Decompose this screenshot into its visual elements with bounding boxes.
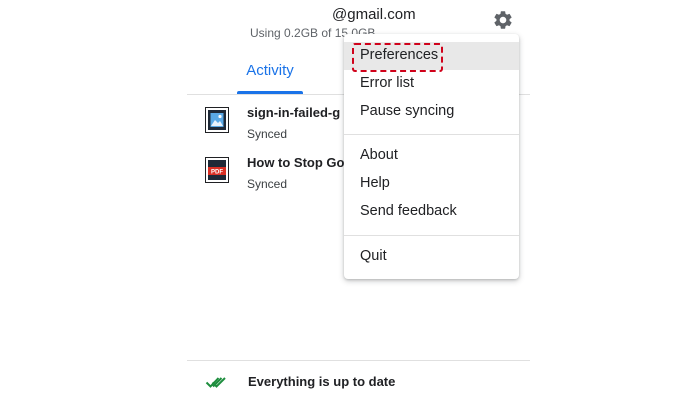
menu-item-label: Quit xyxy=(360,248,387,264)
menu-item-error-list[interactable]: Error list xyxy=(344,70,519,98)
double-check-icon xyxy=(205,374,229,390)
menu-divider xyxy=(344,134,519,135)
menu-item-label: Help xyxy=(360,175,390,191)
menu-item-quit[interactable]: Quit xyxy=(344,243,519,271)
tab-activity-label: Activity xyxy=(246,62,294,79)
menu-item-preferences[interactable]: Preferences xyxy=(344,42,519,70)
sync-status-bar: Everything is up to date xyxy=(205,372,525,392)
menu-divider xyxy=(344,235,519,236)
menu-item-about[interactable]: About xyxy=(344,142,519,170)
file-name: How to Stop Go xyxy=(247,155,345,170)
menu-item-label: Pause syncing xyxy=(360,103,455,119)
gear-icon xyxy=(494,11,512,29)
sync-status-text: Everything is up to date xyxy=(248,374,396,389)
pdf-file-icon: PDF xyxy=(205,157,229,183)
footer-divider xyxy=(187,360,530,361)
pdf-badge: PDF xyxy=(211,169,223,175)
menu-item-label: About xyxy=(360,147,398,163)
menu-item-label: Preferences xyxy=(360,47,439,63)
image-file-icon xyxy=(205,107,229,133)
menu-item-send-feedback[interactable]: Send feedback xyxy=(344,198,519,226)
account-email: @gmail.com xyxy=(332,6,416,23)
menu-item-help[interactable]: Help xyxy=(344,170,519,198)
menu-item-label: Send feedback xyxy=(360,203,457,219)
settings-menu: Preferences Error list Pause syncing Abo… xyxy=(344,34,519,279)
settings-button[interactable] xyxy=(492,9,514,31)
menu-item-label: Error list xyxy=(360,75,414,91)
menu-item-pause-syncing[interactable]: Pause syncing xyxy=(344,98,519,126)
app-window: @gmail.com Using 0.2GB of 15.0GB Activit… xyxy=(0,0,700,400)
file-status: Synced xyxy=(247,127,288,141)
file-name: sign-in-failed-g xyxy=(247,105,341,120)
tab-activity[interactable]: Activity xyxy=(237,56,303,94)
file-status: Synced xyxy=(247,177,288,191)
